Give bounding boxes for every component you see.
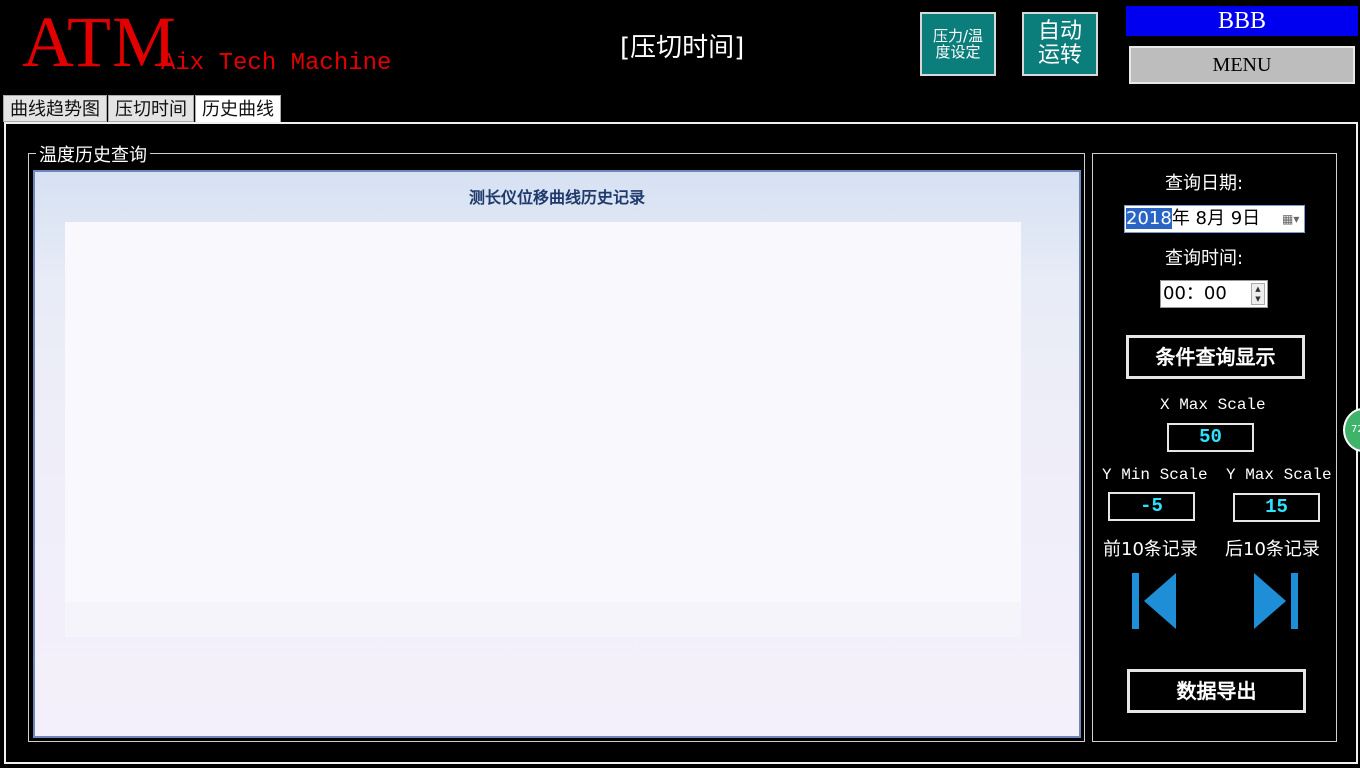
- tab-cut-time[interactable]: 压切时间: [108, 95, 194, 122]
- y-min-scale-input[interactable]: -5: [1108, 492, 1195, 521]
- next-records-icon[interactable]: [1252, 571, 1300, 631]
- chart-title: 测长仪位移曲线历史记录: [468, 188, 645, 207]
- history-chart: 测长仪位移曲线历史记录: [33, 170, 1081, 738]
- previous-records-icon[interactable]: [1130, 571, 1178, 631]
- pressure-temperature-settings-button[interactable]: 压力/温度设定: [920, 12, 996, 76]
- spin-up-icon[interactable]: ▲: [1252, 284, 1264, 294]
- date-rest: 年 8月 9日: [1171, 208, 1261, 229]
- user-badge: BBB: [1126, 6, 1358, 36]
- spin-down-icon[interactable]: ▼: [1252, 294, 1264, 304]
- y-min-scale-label: Y Min Scale: [1102, 466, 1208, 484]
- query-date-label: 查询日期:: [1165, 173, 1244, 194]
- plot-area: [65, 222, 1021, 602]
- query-date-picker[interactable]: 2018年 8月 9日 ▦▾: [1124, 205, 1305, 233]
- date-year: 2018: [1126, 208, 1172, 229]
- pressure-temperature-settings-label: 压力/温度设定: [932, 27, 984, 61]
- export-data-button[interactable]: 数据导出: [1127, 669, 1306, 713]
- y-max-scale-label: Y Max Scale: [1226, 466, 1332, 484]
- next-10-label: 后10条记录: [1225, 539, 1320, 560]
- auto-run-button[interactable]: 自动运转: [1022, 12, 1098, 76]
- y-max-scale-input[interactable]: 15: [1233, 493, 1320, 522]
- group-legend: 温度历史查询: [36, 141, 150, 167]
- auto-run-label: 自动运转: [1037, 19, 1082, 68]
- tab-curve-trend[interactable]: 曲线趋势图: [3, 95, 107, 122]
- menu-button[interactable]: MENU: [1129, 46, 1355, 84]
- plot-area-lower: [65, 602, 1021, 637]
- x-max-scale-input[interactable]: 50: [1167, 423, 1254, 452]
- query-time-label: 查询时间:: [1165, 248, 1244, 269]
- time-value: 00：00: [1163, 283, 1227, 304]
- page-title: [压切时间]: [620, 33, 745, 63]
- logo-subtitle: Aix Tech Machine: [161, 50, 392, 77]
- query-time-input[interactable]: 00：00 ▲ ▼: [1160, 280, 1268, 308]
- tab-history-curve[interactable]: 历史曲线: [195, 95, 281, 123]
- previous-10-label: 前10条记录: [1103, 539, 1198, 560]
- time-spinner[interactable]: ▲ ▼: [1251, 283, 1265, 305]
- conditional-query-button[interactable]: 条件查询显示: [1126, 335, 1305, 379]
- calendar-dropdown-icon[interactable]: ▦▾: [1282, 213, 1300, 225]
- tab-bar: 曲线趋势图 压切时间 历史曲线: [3, 95, 282, 123]
- logo-atm: ATM: [22, 2, 178, 82]
- x-max-scale-label: X Max Scale: [1160, 396, 1266, 414]
